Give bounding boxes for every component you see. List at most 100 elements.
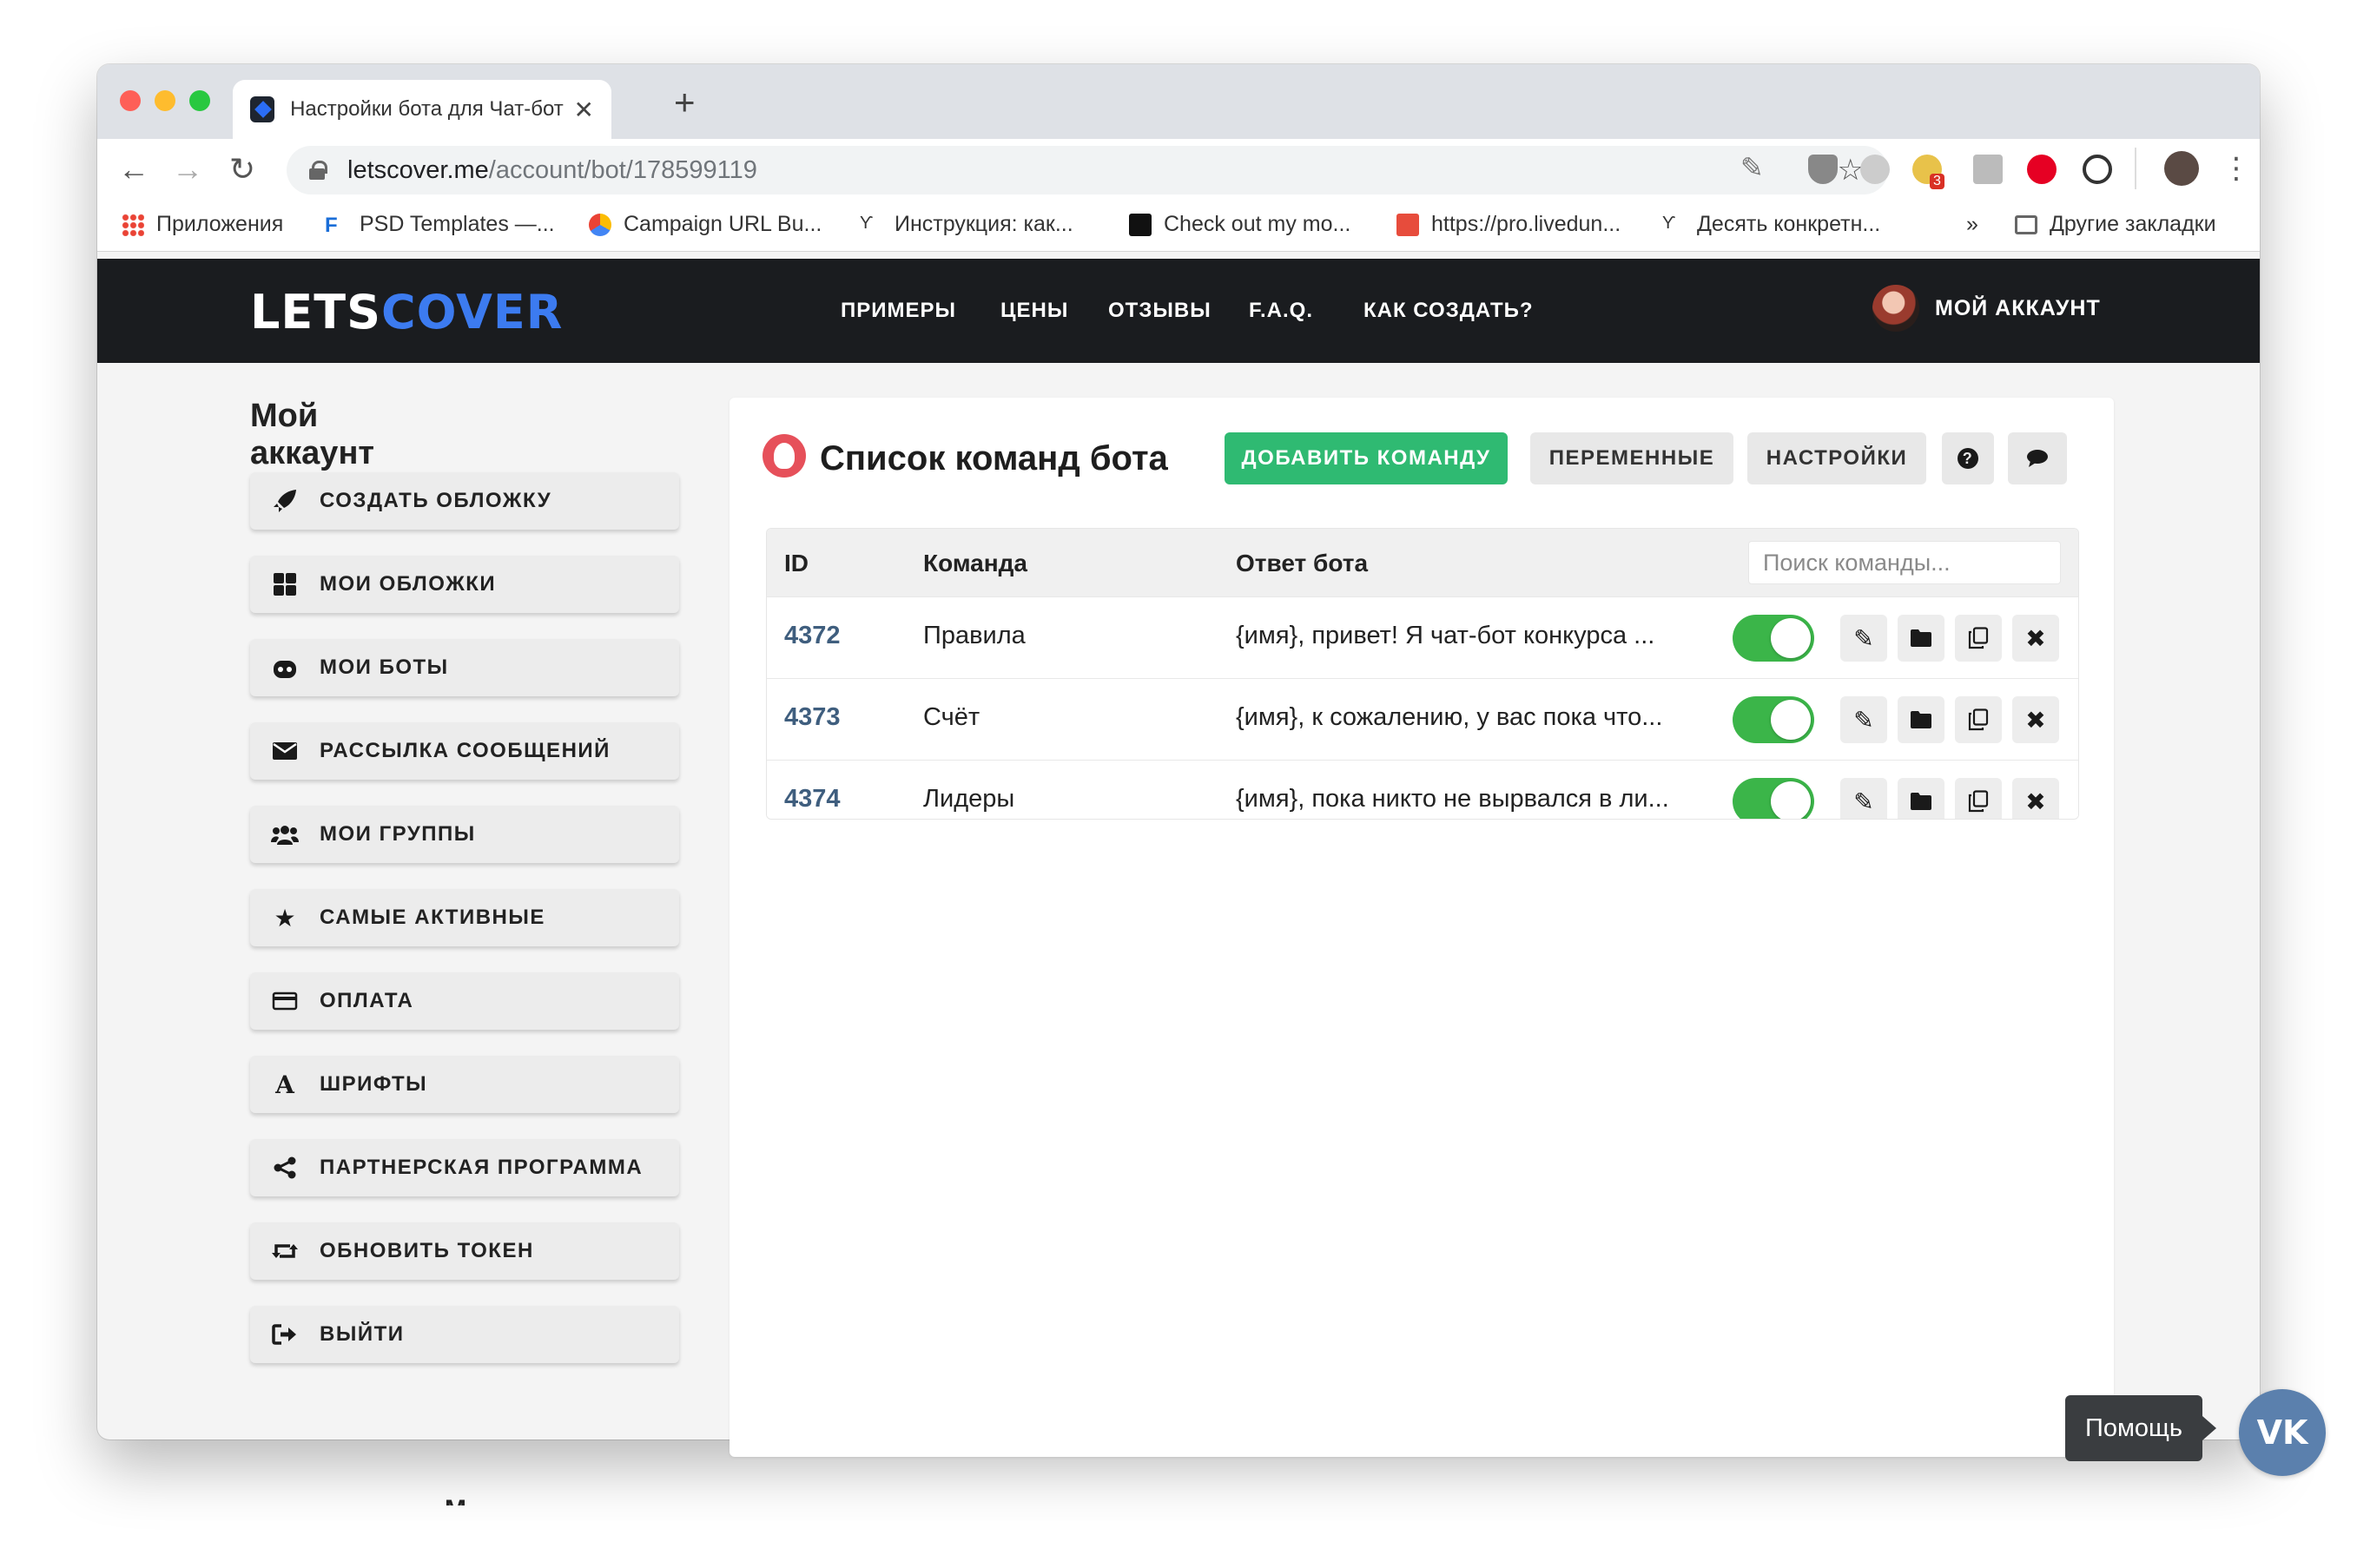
sidebar-title: Мой аккаунт <box>250 398 375 471</box>
edit-button[interactable]: ✎ <box>1840 778 1887 819</box>
sidebar-item-my-covers[interactable]: МОИ ОБЛОЖКИ <box>250 556 679 613</box>
bookmark-psd-templates[interactable]: F PSD Templates —... <box>325 212 555 237</box>
sidebar-item-fonts[interactable]: A ШРИФТЫ <box>250 1056 679 1113</box>
edit-button[interactable]: ✎ <box>1840 696 1887 743</box>
shield-extension-icon[interactable] <box>1808 155 1838 184</box>
bookmark-instruction[interactable]: Ƴ Инструкция: как... <box>860 212 1073 237</box>
retweet-icon <box>271 1237 299 1265</box>
folder-button[interactable] <box>1898 778 1944 819</box>
profile-avatar[interactable] <box>2164 151 2199 186</box>
bookmark-other[interactable]: Другие закладки <box>2015 212 2216 237</box>
command-name: Счёт <box>923 703 980 731</box>
search-input[interactable] <box>1748 541 2061 584</box>
command-answer: {имя}, к сожалению, у вас пока что... <box>1236 703 1663 731</box>
url-host: letscover.me <box>347 155 489 184</box>
tab-strip: Настройки бота для Чат-бот | ✕ + <box>97 64 2260 139</box>
table-header: ID Команда Ответ бота <box>767 529 2078 596</box>
sidebar-item-create-cover[interactable]: СОЗДАТЬ ОБЛОЖКУ <box>250 472 679 530</box>
table-row[interactable]: 4372 Правила {имя}, привет! Я чат-бот ко… <box>767 596 2078 678</box>
enabled-toggle[interactable] <box>1733 778 1814 819</box>
address-bar[interactable]: letscover.me/account/bot/178599119 ☆ <box>287 146 1888 194</box>
users-icon <box>271 820 299 848</box>
maximize-window-button[interactable] <box>189 90 210 111</box>
delete-button[interactable]: ✖ <box>2012 615 2059 662</box>
tab-title: Настройки бота для Чат-бот | <box>290 97 567 121</box>
sidebar-item-partner-program[interactable]: ПАРТНЕРСКАЯ ПРОГРАММА <box>250 1139 679 1196</box>
table-row[interactable]: 4374 Лидеры {имя}, пока никто не вырвалс… <box>767 760 2078 819</box>
column-answer: Ответ бота <box>1236 550 1369 576</box>
copy-button[interactable] <box>1955 615 2002 662</box>
folder-button[interactable] <box>1898 615 1944 662</box>
livedune-extension-icon[interactable] <box>1973 155 2003 184</box>
campaign-icon <box>589 213 611 236</box>
copy-button[interactable] <box>1955 778 2002 819</box>
pinterest-extension-icon[interactable] <box>2027 155 2057 184</box>
enabled-toggle[interactable] <box>1733 615 1814 662</box>
grid-icon <box>271 570 299 598</box>
reload-icon[interactable]: ↻ <box>229 151 255 188</box>
column-command: Команда <box>923 550 1027 576</box>
minimize-window-button[interactable] <box>155 90 175 111</box>
folder-icon <box>2015 214 2037 234</box>
folder-icon <box>1911 793 1931 810</box>
browser-tab[interactable]: Настройки бота для Чат-бот | ✕ <box>233 80 611 139</box>
nav-prices[interactable]: ЦЕНЫ <box>1000 299 1068 323</box>
credit-card-icon <box>271 987 299 1015</box>
folder-button[interactable] <box>1898 696 1944 743</box>
variables-button[interactable]: ПЕРЕМЕННЫЕ <box>1530 432 1733 484</box>
edit-button[interactable]: ✎ <box>1840 615 1887 662</box>
bookmark-ten-specific[interactable]: Ƴ Десять конкретн... <box>1662 212 1880 237</box>
nav-how-to-create[interactable]: КАК СОЗДАТЬ? <box>1363 299 1534 323</box>
help-tooltip: Помощь <box>2065 1395 2216 1461</box>
sidebar-item-payment[interactable]: ОПЛАТА <box>250 972 679 1030</box>
close-icon: ✖ <box>2025 706 2046 734</box>
sidebar-item-refresh-token[interactable]: ОБНОВИТЬ ТОКЕН <box>250 1222 679 1280</box>
bookmark-livedune[interactable]: https://pro.livedun... <box>1396 212 1621 237</box>
site-header: LETSCOVER ПРИМЕРЫ ЦЕНЫ ОТЗЫВЫ F.A.Q. КАК… <box>97 259 2260 363</box>
sidebar-item-logout[interactable]: ВЫЙТИ <box>250 1306 679 1363</box>
close-window-button[interactable] <box>120 90 141 111</box>
sidebar-item-my-groups[interactable]: МОИ ГРУППЫ <box>250 806 679 863</box>
help-question-button[interactable]: ? <box>1942 432 1994 484</box>
sidebar-item-mailing[interactable]: РАССЫЛКА СООБЩЕНИЙ <box>250 722 679 780</box>
more-menu-icon[interactable]: ⋮ <box>2222 151 2251 186</box>
vk-icon: VK <box>2256 1413 2308 1452</box>
copy-button[interactable] <box>1955 696 2002 743</box>
command-name: Лидеры <box>923 785 1015 813</box>
bookmark-campaign-url[interactable]: Campaign URL Bu... <box>589 212 822 237</box>
blocker-extension-icon[interactable] <box>2083 155 2112 184</box>
back-arrow-icon[interactable]: ← <box>118 151 149 188</box>
sidebar-item-most-active[interactable]: ★ САМЫЕ АКТИВНЫЕ <box>250 889 679 946</box>
forward-arrow-icon[interactable]: → <box>172 151 203 188</box>
command-name: Правила <box>923 622 1026 649</box>
new-tab-button[interactable]: + <box>674 82 696 123</box>
chat-button[interactable] <box>2008 432 2067 484</box>
delete-button[interactable]: ✖ <box>2012 778 2059 819</box>
extension-badge: 3 <box>1930 174 1944 189</box>
my-account-link[interactable]: МОЙ АККАУНТ <box>1872 285 2101 332</box>
command-id-link[interactable]: 4372 <box>784 622 841 650</box>
command-id-link[interactable]: 4374 <box>784 785 841 814</box>
bookmark-apps[interactable]: Приложения <box>122 212 283 237</box>
vk-help-button[interactable]: VK <box>2239 1389 2326 1476</box>
table-row[interactable]: 4373 Счёт {имя}, к сожалению, у вас пока… <box>767 678 2078 760</box>
nav-examples[interactable]: ПРИМЕРЫ <box>841 299 956 323</box>
pen-extension-icon[interactable]: ✎ <box>1740 154 1764 181</box>
sidebar-item-my-bots[interactable]: МОИ БОТЫ <box>250 639 679 696</box>
close-tab-icon[interactable]: ✕ <box>574 96 594 124</box>
settings-button[interactable]: НАСТРОЙКИ <box>1747 432 1926 484</box>
bookmarks-overflow[interactable]: » <box>1966 212 1978 237</box>
moon-extension-icon[interactable] <box>1860 155 1890 184</box>
letscover-logo[interactable]: LETSCOVER <box>250 285 563 339</box>
command-id-link[interactable]: 4373 <box>784 703 841 732</box>
bookmark-check-out[interactable]: Check out my mo... <box>1129 212 1350 237</box>
nav-reviews[interactable]: ОТЗЫВЫ <box>1108 299 1212 323</box>
add-command-button[interactable]: ДОБАВИТЬ КОМАНДУ <box>1225 432 1508 484</box>
livedune-icon <box>1396 213 1419 236</box>
pencil-icon: ✎ <box>1853 624 1874 652</box>
delete-button[interactable]: ✖ <box>2012 696 2059 743</box>
font-icon: A <box>275 1070 294 1099</box>
nav-faq[interactable]: F.A.Q. <box>1249 299 1313 323</box>
enabled-toggle[interactable] <box>1733 696 1814 743</box>
bot-icon <box>271 654 299 682</box>
